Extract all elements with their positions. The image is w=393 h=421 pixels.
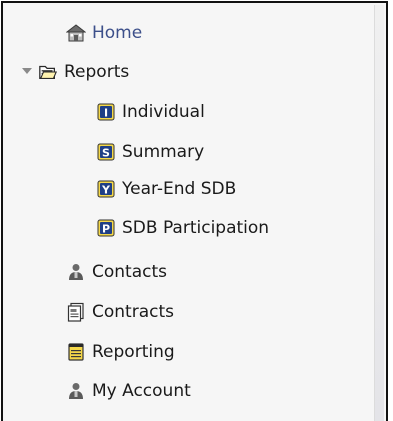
folder-open-icon (38, 62, 58, 82)
nav-item-contacts[interactable]: Contacts (66, 258, 167, 286)
reports-expand-toggle[interactable] (20, 64, 34, 78)
home-icon (66, 23, 86, 43)
report-i-icon: I (96, 102, 116, 122)
nav-item-contracts[interactable]: Contracts (66, 298, 174, 326)
nav-label-reports: Reports (64, 62, 130, 82)
nav-label-sdb-participation: SDB Participation (122, 218, 270, 238)
chevron-down-icon (22, 68, 32, 74)
nav-item-my-account[interactable]: My Account (66, 377, 191, 405)
nav-item-year-end-sdb[interactable]: Y Year-End SDB (96, 175, 236, 203)
nav-label-year-end-sdb: Year-End SDB (122, 179, 237, 199)
report-y-icon: Y (96, 179, 116, 199)
notepad-icon (66, 342, 86, 362)
nav-item-home[interactable]: Home (66, 19, 142, 47)
report-p-icon: P (96, 218, 116, 238)
nav-label-contacts: Contacts (92, 262, 167, 282)
nav-item-sdb-participation[interactable]: P SDB Participation (96, 214, 269, 242)
document-icon (66, 302, 86, 322)
nav-item-summary[interactable]: S Summary (96, 138, 204, 166)
panel-edge-strip (374, 5, 384, 421)
report-s-icon: S (96, 142, 116, 162)
nav-label-home: Home (92, 23, 143, 43)
nav-label-contracts: Contracts (92, 302, 174, 322)
svg-text:I: I (104, 107, 108, 120)
nav-item-reports[interactable]: Reports (38, 58, 129, 86)
svg-text:Y: Y (101, 184, 111, 197)
svg-text:S: S (102, 147, 110, 160)
nav-label-reporting: Reporting (92, 342, 175, 362)
svg-text:P: P (102, 223, 110, 236)
nav-label-summary: Summary (122, 142, 205, 162)
nav-label-my-account: My Account (92, 381, 191, 401)
nav-item-reporting[interactable]: Reporting (66, 338, 175, 366)
nav-item-individual[interactable]: I Individual (96, 98, 205, 126)
nav-label-individual: Individual (122, 102, 205, 122)
person-icon (66, 262, 86, 282)
person-icon (66, 381, 86, 401)
